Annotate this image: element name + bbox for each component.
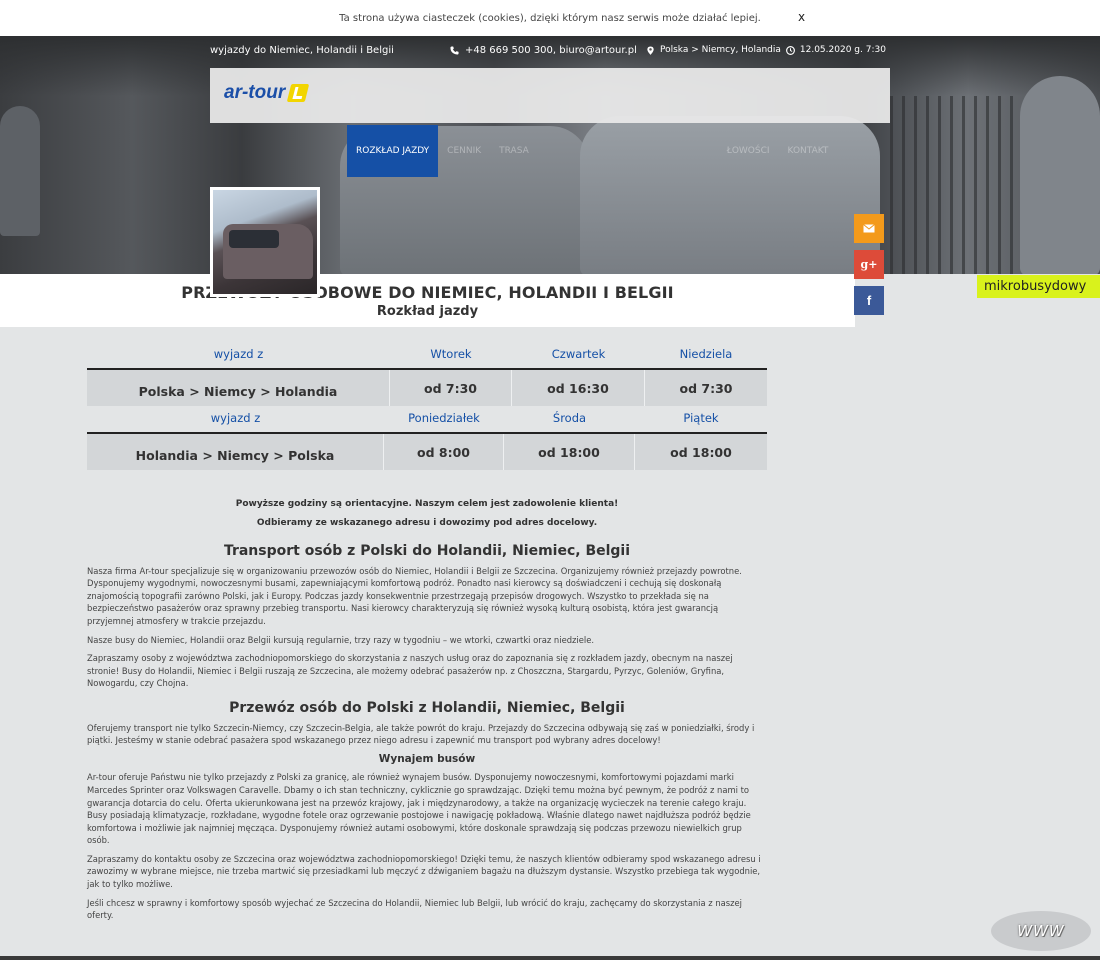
paragraph: Ar-tour oferuje Państwu nie tylko przeja…: [87, 772, 751, 846]
datetime-text: 12.05.2020 g. 7:30: [799, 45, 886, 55]
nav-item-5[interactable]: [658, 125, 718, 177]
column-header: Czwartek: [551, 347, 606, 361]
cookie-bar: Ta strona używa ciasteczek (cookies), dz…: [0, 0, 1100, 36]
time-cell: od 8:00: [384, 434, 504, 470]
route-cell: Polska > Niemcy > Holandia: [87, 370, 390, 406]
bottom-bar: [0, 956, 1100, 960]
note-line: Odbieramy ze wskazanego adresu i dowozim…: [256, 518, 598, 528]
timetable-header: wyjazd z Wtorek Czwartek Niedziela: [87, 340, 767, 370]
time-cell: od 7:30: [679, 380, 733, 396]
main-nav: ROZKŁAD JAZDY CENNIK TRASA ŁOWOŚCI KONTA…: [347, 125, 837, 177]
note-line: Powyższe godziny są orientacyjne. Naszym…: [235, 499, 619, 509]
side-tag[interactable]: mikrobusydowy: [977, 275, 1100, 298]
logo[interactable]: ar-tour: [224, 82, 310, 104]
google-plus-button[interactable]: g+: [854, 250, 884, 279]
logo-bar: ar-tour: [210, 68, 890, 123]
title-panel: PRZEWOZY OSOBOWE DO NIEMIEC, HOLANDII I …: [0, 274, 855, 327]
top-info-bar: wyjazdy do Niemiec, Holandii i Belgii +4…: [210, 45, 890, 56]
column-header: Niedziela: [679, 347, 733, 361]
table-row: Holandia > Niemcy > Polska od 8:00 od 18…: [87, 434, 767, 470]
time-cell: od 18:00: [504, 434, 635, 470]
paragraph: Zapraszamy do kontaktu osoby ze Szczecin…: [87, 853, 761, 890]
time-cell: od 16:30: [512, 370, 645, 406]
phone-icon: [450, 46, 459, 55]
route-info: Polska > Niemcy, Holandia 12.05.2020 g. …: [646, 45, 886, 55]
logo-mark-icon: [286, 84, 310, 102]
table-row: Polska > Niemcy > Holandia od 7:30 od 16…: [87, 370, 767, 406]
clock-icon: [785, 45, 795, 55]
envelope-icon: [863, 224, 875, 233]
section-heading: Przewóz osób do Polski z Holandii, Niemi…: [229, 699, 625, 716]
contact-text: +48 669 500 300, biuro@artour.pl: [465, 45, 637, 56]
column-header: Wtorek: [430, 347, 472, 361]
bus-thumbnail[interactable]: [210, 187, 320, 297]
column-header: Piątek: [683, 411, 719, 425]
column-header: Środa: [552, 411, 587, 425]
paragraph: Zapraszamy osoby z województwa zachodnio…: [87, 653, 733, 689]
page-subtitle: Rozkład jazdy: [376, 304, 479, 319]
email-button[interactable]: [854, 214, 884, 243]
nav-item-4[interactable]: [598, 125, 658, 177]
bus-photo: [213, 190, 317, 294]
nav-item-cennik[interactable]: CENNIK: [438, 125, 490, 177]
paragraph: Oferujemy transport nie tylko Szczecin-N…: [87, 722, 755, 746]
facebook-icon: f: [866, 293, 872, 308]
time-cell: od 18:00: [670, 444, 732, 460]
route-cell: Holandia > Niemcy > Polska: [87, 434, 384, 470]
column-header: wyjazd z: [213, 347, 264, 361]
time-cell: od 7:30: [390, 370, 512, 406]
social-buttons: g+ f: [854, 214, 884, 322]
www-badge[interactable]: WWW: [991, 911, 1091, 951]
nav-item-nowosci[interactable]: ŁOWOŚCI: [718, 125, 779, 177]
column-header: wyjazd z: [210, 411, 261, 425]
nav-item-trasa[interactable]: TRASA: [490, 125, 538, 177]
tagline: wyjazdy do Niemiec, Holandii i Belgii: [210, 45, 394, 56]
cookie-text: Ta strona używa ciasteczek (cookies), dz…: [339, 12, 761, 24]
nav-item-3[interactable]: [538, 125, 598, 177]
nav-item-rozklad[interactable]: ROZKŁAD JAZDY: [347, 125, 439, 177]
paragraph: Nasza firma Ar-tour specjalizuje się w o…: [87, 565, 742, 626]
facebook-button[interactable]: f: [854, 286, 884, 315]
main-content: Powyższe godziny są orientacyjne. Naszym…: [87, 495, 767, 928]
contact-info: +48 669 500 300, biuro@artour.pl: [450, 45, 637, 56]
timetable-header: wyjazd z Poniedziałek Środa Piątek: [87, 404, 767, 434]
section-heading: Transport osób z Polski do Holandii, Nie…: [223, 543, 631, 559]
timetable-return: wyjazd z Poniedziałek Środa Piątek Holan…: [87, 404, 767, 470]
paragraph: Jeśli chcesz w sprawny i komfortowy spos…: [87, 897, 743, 921]
column-header: Poniedziałek: [408, 411, 480, 425]
nav-item-kontakt[interactable]: KONTAKT: [779, 125, 838, 177]
route-text: Polska > Niemcy, Holandia: [660, 45, 781, 55]
section-subheading: Wynajem busów: [378, 752, 476, 765]
page-title: PRZEWOZY OSOBOWE DO NIEMIEC, HOLANDII I …: [181, 283, 674, 302]
timetable-outbound: wyjazd z Wtorek Czwartek Niedziela Polsk…: [87, 340, 767, 406]
paragraph: Nasze busy do Niemiec, Holandii oraz Bel…: [87, 634, 595, 645]
cookie-close-button[interactable]: x: [798, 10, 805, 24]
google-plus-icon: g+: [860, 258, 878, 271]
map-marker-icon: [647, 45, 654, 55]
logo-text: ar-tour: [224, 82, 286, 103]
